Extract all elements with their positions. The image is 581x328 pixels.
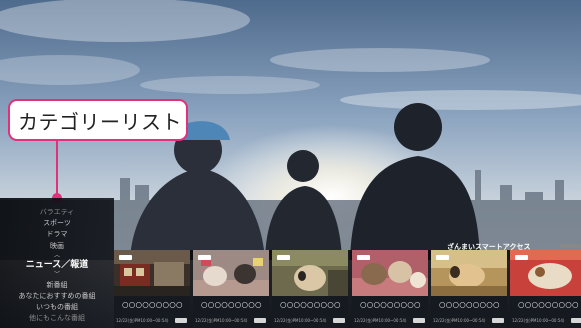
category-item-usual[interactable]: いつもの番組 xyxy=(0,303,114,312)
category-item-recommended[interactable]: あなたにおすすめの番組 xyxy=(0,292,114,301)
category-item-drama[interactable]: ドラマ xyxy=(0,230,114,239)
program-badge xyxy=(277,255,290,260)
program-title: ○○○○○○○○○ xyxy=(280,300,341,309)
category-item-variety[interactable]: バラエティ xyxy=(0,208,114,217)
program-label-chip xyxy=(413,318,425,323)
program-airtime: 12/22(金)PM10:00~00:54) xyxy=(354,318,407,323)
scroll-down-icon[interactable]: ﹀ xyxy=(0,272,114,278)
program-info: ○○○○○○○○○ 12/22(金)PM10:00~00:54) xyxy=(510,296,581,328)
program-badge xyxy=(119,255,132,260)
callout-label: カテゴリーリスト xyxy=(8,99,188,141)
program-info: ○○○○○○○○○ 12/22(金)PM10:00~00:54) xyxy=(272,296,348,328)
program-airtime: 12/22(金)PM10:00~00:54) xyxy=(512,318,565,323)
program-label-chip xyxy=(571,318,581,323)
program-thumbnail xyxy=(114,250,190,296)
program-label-chip xyxy=(333,318,345,323)
program-thumbnail xyxy=(510,250,581,296)
scroll-up-icon[interactable]: ︿ xyxy=(0,253,114,259)
program-info: ○○○○○○○○○ 12/22(金)PM10:00~00:54) xyxy=(193,296,269,328)
program-label-chip xyxy=(175,318,187,323)
program-airtime: 12/22(金)PM10:00~00:54) xyxy=(274,318,327,323)
program-tile[interactable]: ○○○○○○○○○ 12/22(金)PM10:00~00:54) xyxy=(510,250,581,328)
program-tile[interactable]: ○○○○○○○○○ 12/22(金)PM10:00~00:54) xyxy=(114,250,190,328)
program-thumbnail xyxy=(352,250,428,296)
program-tile[interactable]: ○○○○○○○○○ 12/22(金)PM10:00~00:54) xyxy=(352,250,428,328)
program-badge xyxy=(515,255,528,260)
program-title: ○○○○○○○○○ xyxy=(122,300,183,309)
program-thumbnail xyxy=(272,250,348,296)
program-airtime: 12/22(金)PM10:00~00:54) xyxy=(116,318,169,323)
program-tile[interactable]: ○○○○○○○○○ 12/22(金)PM10:00~00:54) xyxy=(272,250,348,328)
callout-pointer-line xyxy=(56,140,58,197)
program-label-chip xyxy=(492,318,504,323)
category-list: バラエティ スポーツ ドラマ 映画 ︿ ニュース／報道 ﹀ 新番組 あなたにおす… xyxy=(0,198,114,328)
program-badge xyxy=(436,255,449,260)
row-scroll-indicator xyxy=(560,244,581,248)
program-airtime: 12/22(金)PM10:00~00:54) xyxy=(433,318,486,323)
program-label-chip xyxy=(254,318,266,323)
category-item-movies[interactable]: 映画 xyxy=(0,242,114,251)
program-thumbnail xyxy=(431,250,507,296)
category-item-sports[interactable]: スポーツ xyxy=(0,219,114,228)
category-item-news-selected[interactable]: ニュース／報道 xyxy=(0,261,114,270)
program-title: ○○○○○○○○○ xyxy=(439,300,500,309)
program-airtime: 12/22(金)PM10:00~00:54) xyxy=(195,318,248,323)
program-title: ○○○○○○○○○ xyxy=(518,300,579,309)
program-info: ○○○○○○○○○ 12/22(金)PM10:00~00:54) xyxy=(114,296,190,328)
program-title: ○○○○○○○○○ xyxy=(360,300,421,309)
program-info: ○○○○○○○○○ 12/22(金)PM10:00~00:54) xyxy=(431,296,507,328)
program-badge xyxy=(198,255,211,260)
category-item-new-programs[interactable]: 新番組 xyxy=(0,281,114,290)
program-tile[interactable]: ○○○○○○○○○ 12/22(金)PM10:00~00:54) xyxy=(431,250,507,328)
program-badge xyxy=(357,255,370,260)
program-tile[interactable]: ○○○○○○○○○ 12/22(金)PM10:00~00:54) xyxy=(193,250,269,328)
program-info: ○○○○○○○○○ 12/22(金)PM10:00~00:54) xyxy=(352,296,428,328)
callout-text: カテゴリーリスト xyxy=(18,109,182,134)
tv-home-screen: カテゴリーリスト バラエティ スポーツ ドラマ 映画 ︿ ニュース／報道 ﹀ 新… xyxy=(0,0,581,328)
category-item-others[interactable]: 他にもこんな番組 xyxy=(0,314,114,323)
program-thumbnail xyxy=(193,250,269,296)
program-title: ○○○○○○○○○ xyxy=(201,300,262,309)
